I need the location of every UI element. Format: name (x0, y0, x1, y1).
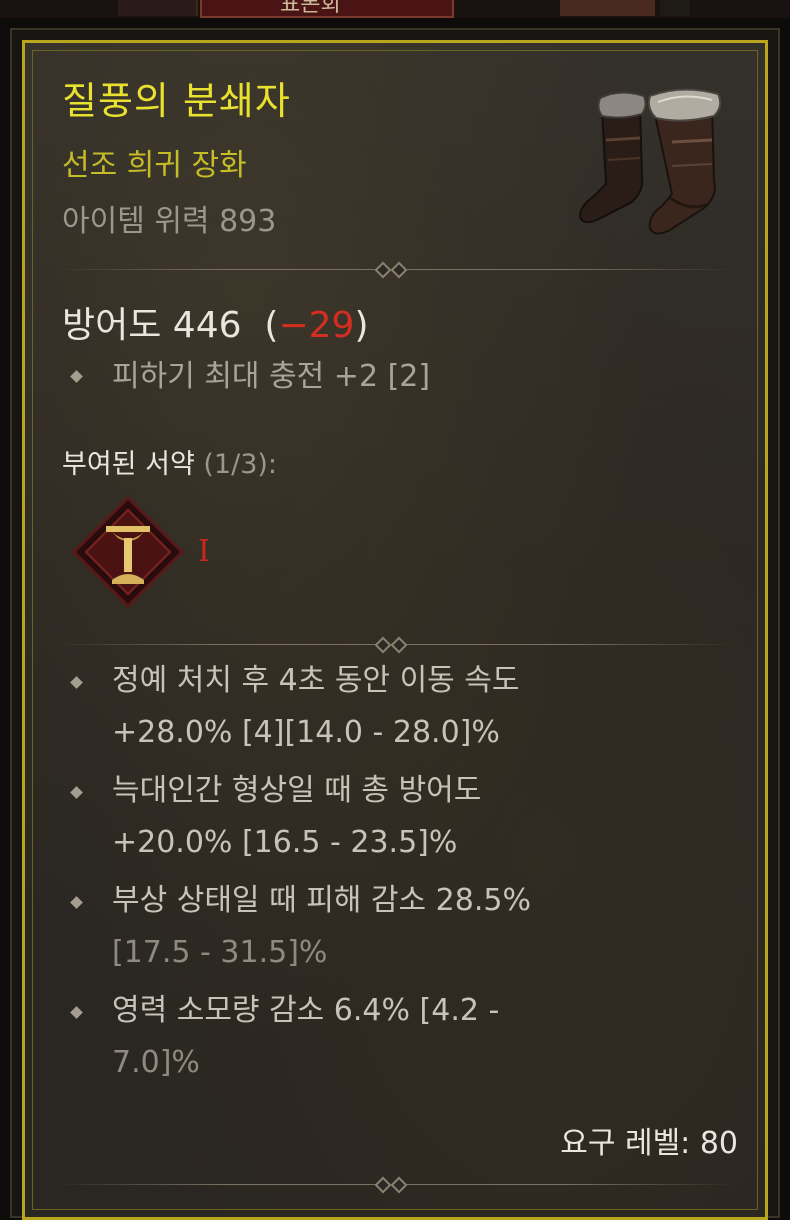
armor-delta-open: ( (264, 305, 279, 346)
glyph-header-label: 부여된 서약 (62, 449, 195, 480)
required-level: 요구 레벨: 80 (560, 1126, 738, 1161)
glyph-count: (1/3): (203, 449, 278, 480)
item-rarity-type: 선조 희귀 장화 (62, 148, 247, 183)
affix-line-2: [17.5 - 31.5]% (112, 935, 328, 970)
affix-line-2: +20.0% [16.5 - 23.5]% (112, 825, 458, 860)
glyph-header: 부여된 서약 (1/3): (62, 442, 277, 481)
glyph-level: I (198, 534, 210, 569)
affix-line-1: 정예 처치 후 4초 동안 이동 속도 (112, 663, 520, 698)
item-power: 아이템 위력 893 (62, 204, 277, 239)
section-divider (55, 261, 735, 279)
armor-value: 방어도 446 (−29) (62, 296, 369, 348)
boots-icon (578, 88, 722, 235)
armor-delta-close: ) (354, 305, 369, 346)
affix-line-2: 7.0]% (112, 1045, 200, 1080)
affix-line-2: +28.0% [4][14.0 - 28.0]% (112, 715, 500, 750)
affix-line-1: 부상 상태일 때 피해 감소 28.5% (112, 883, 531, 918)
top-tab-right[interactable] (660, 0, 690, 16)
armor-delta: −29 (278, 305, 355, 346)
top-tab-active[interactable]: 표본회 (200, 0, 454, 18)
affix-line-1: 늑대인간 형상일 때 총 방어도 (112, 773, 482, 808)
section-divider (55, 1176, 735, 1194)
top-tab-left[interactable] (118, 0, 198, 16)
section-divider (55, 636, 735, 654)
top-bar: 표본회 (0, 0, 790, 18)
affix-line-1: 영력 소모량 감소 6.4% [4.2 - (112, 993, 500, 1028)
armor-label: 방어도 446 (62, 305, 242, 346)
top-tab-label: 표본회 (280, 0, 341, 17)
glyph-icon[interactable] (72, 496, 184, 608)
top-tab-portrait[interactable] (560, 0, 655, 16)
item-name: 질풍의 분쇄자 (62, 79, 291, 123)
implicit-affix-text: 피하기 최대 충전 +2 [2] (112, 359, 431, 394)
